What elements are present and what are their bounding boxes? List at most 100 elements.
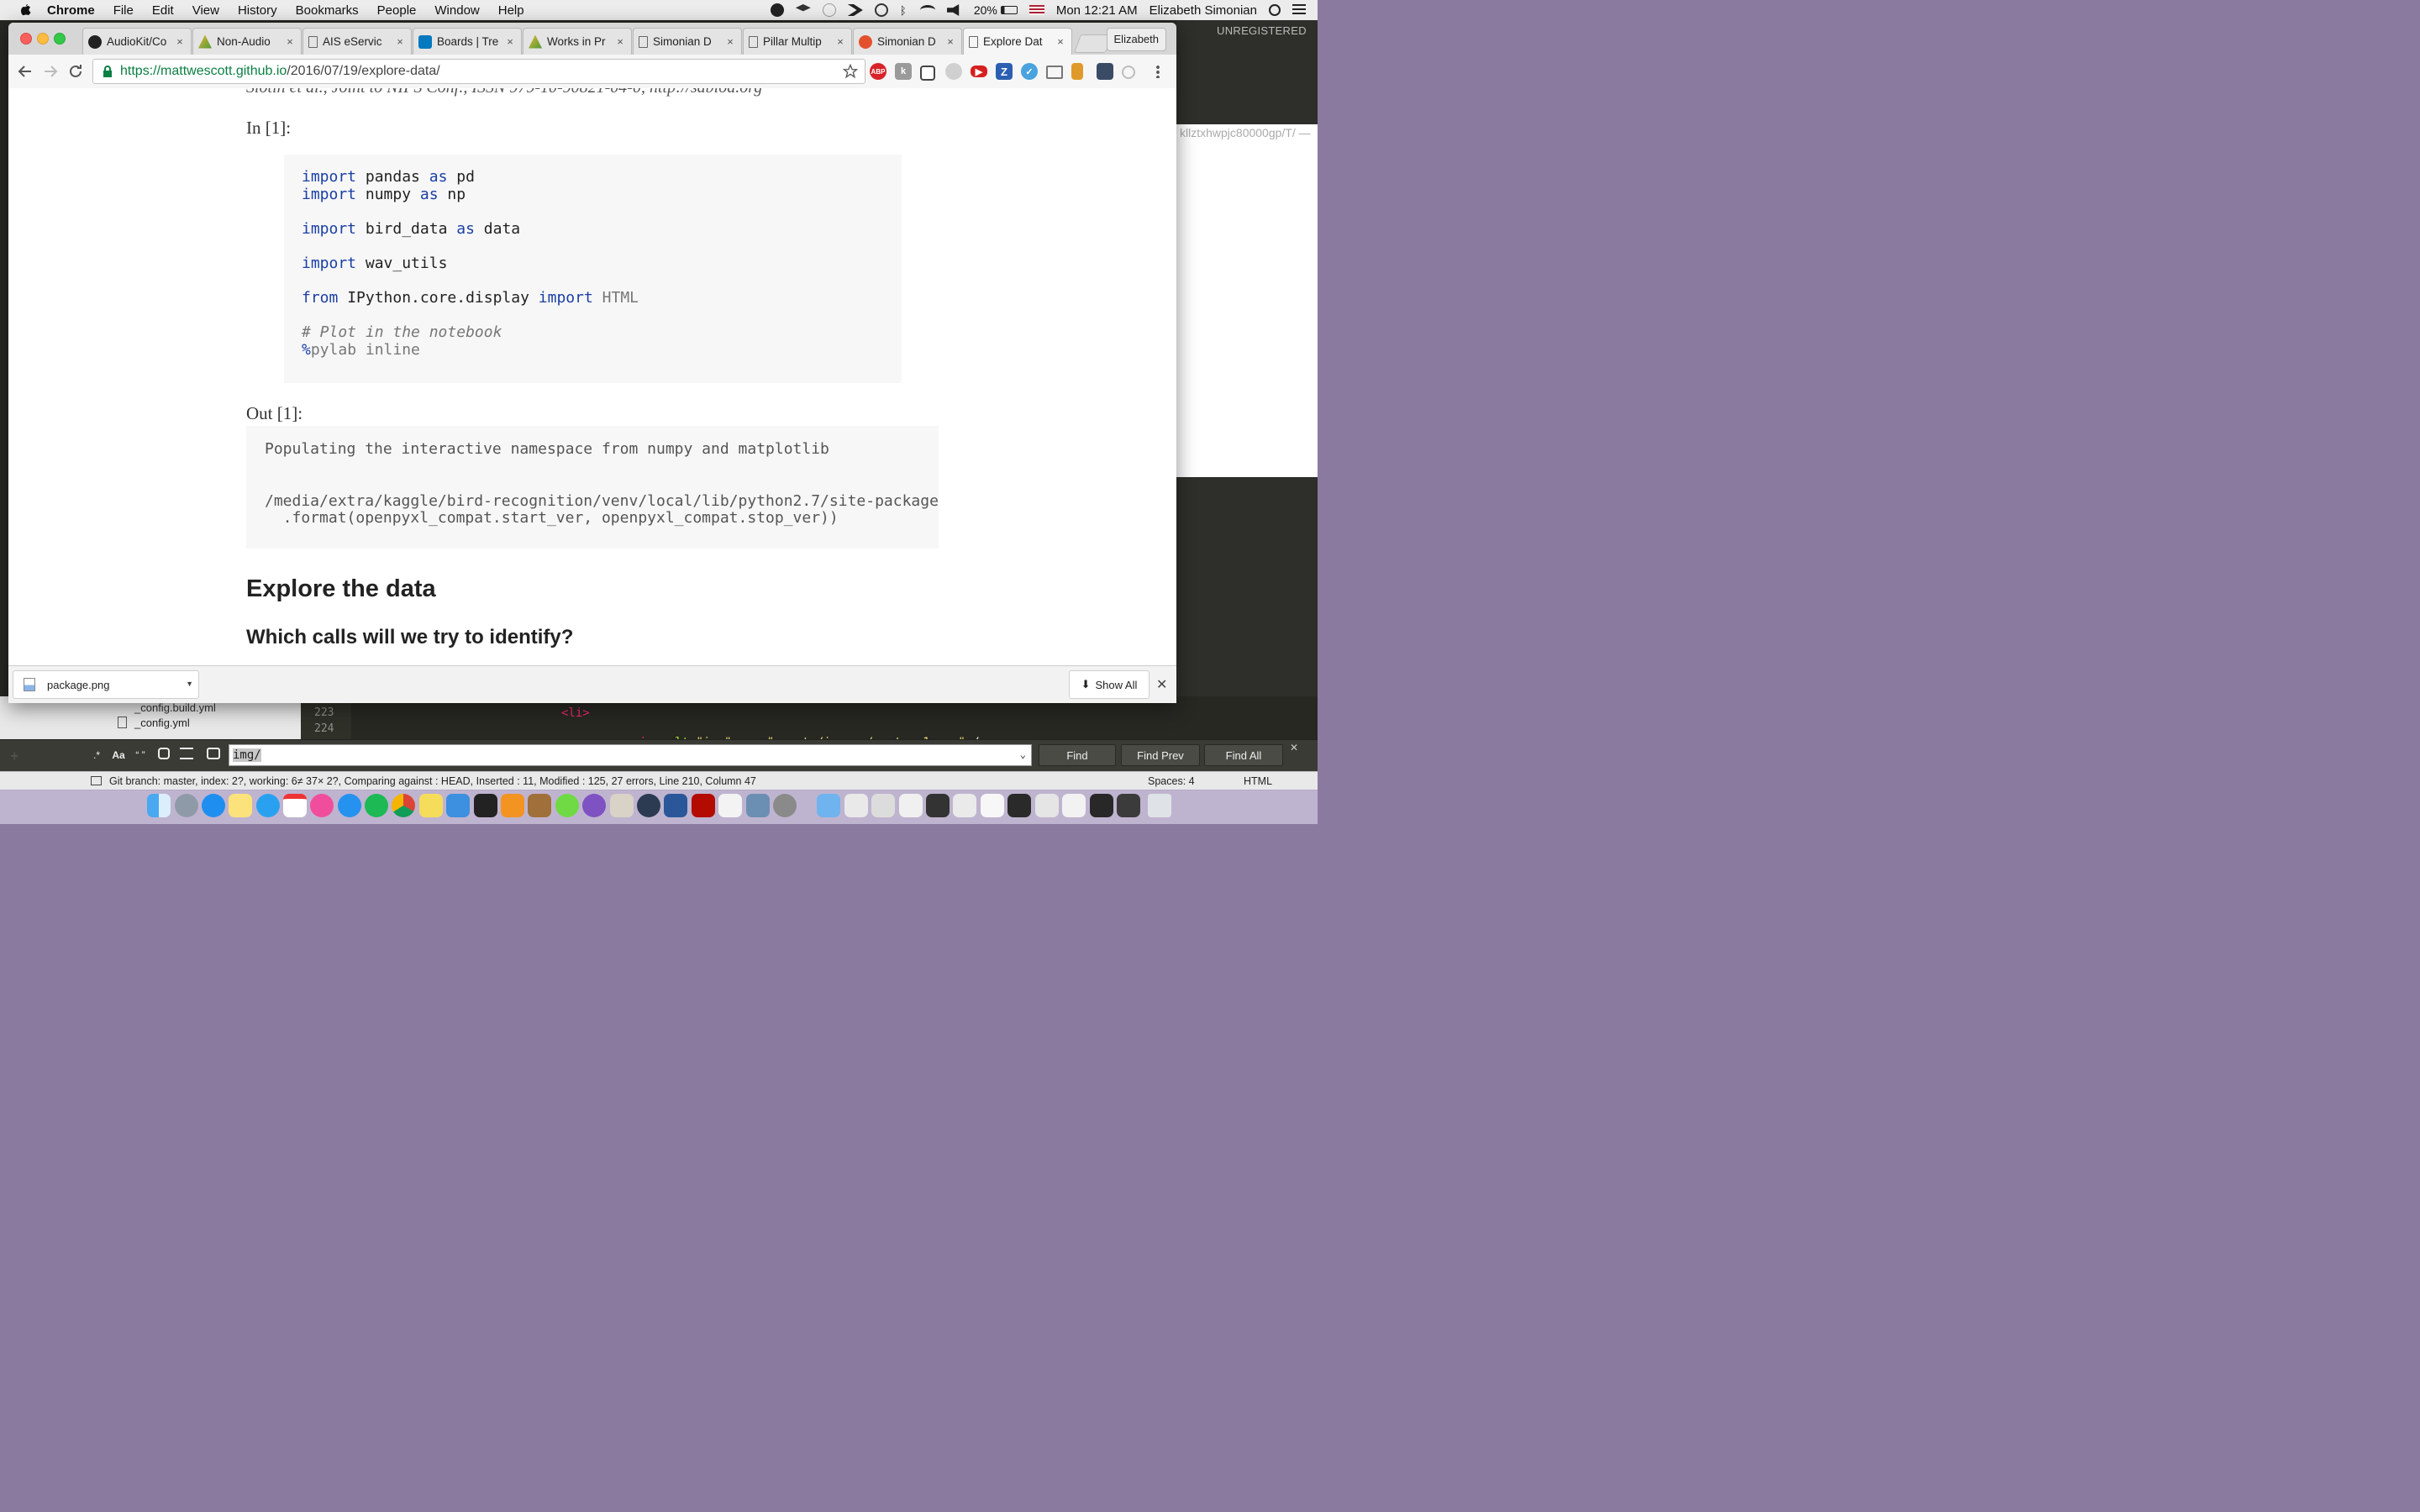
cast-icon[interactable]: [1046, 66, 1063, 79]
window-thumbnail-icon[interactable]: [1090, 794, 1113, 817]
tab-ais-eservice[interactable]: AIS eServic ×: [302, 28, 412, 55]
menu-help[interactable]: Help: [498, 3, 524, 18]
tab-explore-data[interactable]: Explore Dat ×: [963, 28, 1072, 55]
itunes-icon[interactable]: [310, 794, 334, 817]
chevron-down-icon[interactable]: ⌄: [1020, 748, 1026, 760]
window-thumbnail-icon[interactable]: [1062, 794, 1086, 817]
close-icon[interactable]: ×: [944, 35, 956, 48]
find-button[interactable]: Find: [1039, 744, 1116, 766]
books-icon[interactable]: [528, 794, 551, 817]
d-icon[interactable]: [822, 3, 836, 17]
upwork-icon[interactable]: [555, 794, 579, 817]
notes-icon[interactable]: [229, 794, 252, 817]
profile-button[interactable]: Elizabeth: [1106, 28, 1166, 51]
menu-app-chrome[interactable]: Chrome: [47, 3, 95, 18]
trash-icon[interactable]: [1148, 794, 1171, 817]
syntax-setting[interactable]: HTML: [1244, 775, 1272, 787]
zoom-window-button[interactable]: [54, 33, 66, 45]
forward-arrow-icon[interactable]: [40, 61, 60, 81]
launchpad-icon[interactable]: [175, 794, 198, 817]
find-all-button[interactable]: Find All: [1204, 744, 1283, 766]
clock[interactable]: Mon 12:21 AM: [1056, 3, 1138, 18]
reload-icon[interactable]: [66, 61, 86, 81]
safari-icon[interactable]: [202, 794, 225, 817]
finder-icon[interactable]: [147, 794, 171, 817]
chrome-icon[interactable]: [392, 794, 415, 817]
tab-works-in-progress[interactable]: Works in Pr ×: [523, 28, 632, 55]
calendar-icon[interactable]: [283, 794, 307, 817]
close-icon[interactable]: ×: [724, 35, 736, 48]
zotero-icon[interactable]: Z: [996, 63, 1013, 80]
bluetooth-icon[interactable]: ᛒ: [900, 4, 908, 17]
close-icon[interactable]: ×: [614, 35, 626, 48]
close-icon[interactable]: ×: [284, 35, 296, 48]
close-icon[interactable]: ×: [394, 35, 406, 48]
tab-non-audio[interactable]: Non-Audio ×: [192, 28, 302, 55]
close-icon[interactable]: ×: [1055, 35, 1066, 48]
tab-pillar[interactable]: Pillar Multip ×: [743, 28, 852, 55]
find-input[interactable]: img/ ⌄: [229, 744, 1032, 766]
quill-icon[interactable]: [582, 794, 606, 817]
dropbox-icon[interactable]: [795, 4, 811, 12]
whole-word-toggle[interactable]: “ ”: [131, 746, 150, 764]
minimize-window-button[interactable]: [37, 33, 49, 45]
battery-icon[interactable]: [1000, 6, 1018, 14]
apple-icon[interactable]: [18, 3, 32, 17]
menu-file[interactable]: File: [113, 3, 134, 18]
window-thumbnail-icon[interactable]: [953, 794, 976, 817]
highlight-icon[interactable]: [207, 748, 220, 759]
download-item[interactable]: package.png ▼: [13, 670, 199, 699]
find-prev-button[interactable]: Find Prev: [1121, 744, 1200, 766]
circle-icon[interactable]: [1122, 66, 1135, 79]
menu-history[interactable]: History: [238, 3, 277, 18]
time-machine-icon[interactable]: [874, 3, 888, 17]
in-selection-icon[interactable]: [180, 748, 193, 759]
acrobat-icon[interactable]: [692, 794, 715, 817]
close-icon[interactable]: ×: [834, 35, 846, 48]
back-arrow-icon[interactable]: [15, 61, 35, 81]
sublime-icon[interactable]: [501, 794, 524, 817]
sidebar-file-config-build[interactable]: _config.build.yml: [134, 701, 216, 714]
preview-icon[interactable]: [746, 794, 770, 817]
sidebar-file-config[interactable]: _config.yml: [134, 717, 190, 729]
spotify-icon[interactable]: [365, 794, 388, 817]
menu-view[interactable]: View: [192, 3, 219, 18]
ruler-icon[interactable]: [1071, 63, 1083, 80]
close-icon[interactable]: ✕: [1156, 676, 1167, 693]
wifi-icon[interactable]: [919, 5, 935, 15]
menu-people[interactable]: People: [377, 3, 417, 18]
adblock-icon[interactable]: ABP: [870, 63, 886, 80]
tab-simonian-1[interactable]: Simonian D ×: [633, 28, 742, 55]
system-preferences-icon[interactable]: [773, 794, 797, 817]
menu-window[interactable]: Window: [434, 3, 479, 18]
panel-icon[interactable]: [91, 776, 102, 785]
close-icon[interactable]: ✕: [1290, 742, 1298, 753]
feather-icon[interactable]: [945, 63, 962, 80]
tab-audiokit[interactable]: AudioKit/Co ×: [82, 28, 192, 55]
window-thumbnail-icon[interactable]: [844, 794, 868, 817]
address-bar[interactable]: https://mattwescott.github.io/2016/07/19…: [92, 59, 865, 84]
notification-center-icon[interactable]: [1292, 4, 1306, 16]
stickies-icon[interactable]: [419, 794, 443, 817]
close-icon[interactable]: ×: [504, 35, 516, 48]
copy-icon[interactable]: [920, 66, 935, 81]
word-icon[interactable]: [664, 794, 687, 817]
wrap-icon[interactable]: [158, 748, 170, 759]
window-thumbnail-icon[interactable]: [981, 794, 1004, 817]
typora-icon[interactable]: [718, 794, 742, 817]
tab-trello-boards[interactable]: Boards | Tre ×: [413, 28, 522, 55]
folder-icon[interactable]: [817, 794, 840, 817]
menu-bookmarks[interactable]: Bookmarks: [296, 3, 359, 18]
pocket-icon[interactable]: [1097, 63, 1113, 80]
window-thumbnail-icon[interactable]: [871, 794, 895, 817]
chrome-menu-icon[interactable]: [1156, 65, 1160, 78]
window-thumbnail-icon[interactable]: [926, 794, 950, 817]
indentation-setting[interactable]: Spaces: 4: [1148, 775, 1195, 787]
xcode-icon[interactable]: [446, 794, 470, 817]
us-flag-icon[interactable]: [1028, 5, 1044, 15]
close-icon[interactable]: ×: [174, 35, 186, 48]
window-thumbnail-icon[interactable]: [899, 794, 923, 817]
app-store-icon[interactable]: [338, 794, 361, 817]
menu-edit[interactable]: Edit: [152, 3, 174, 18]
check-icon[interactable]: ✓: [1021, 63, 1038, 80]
